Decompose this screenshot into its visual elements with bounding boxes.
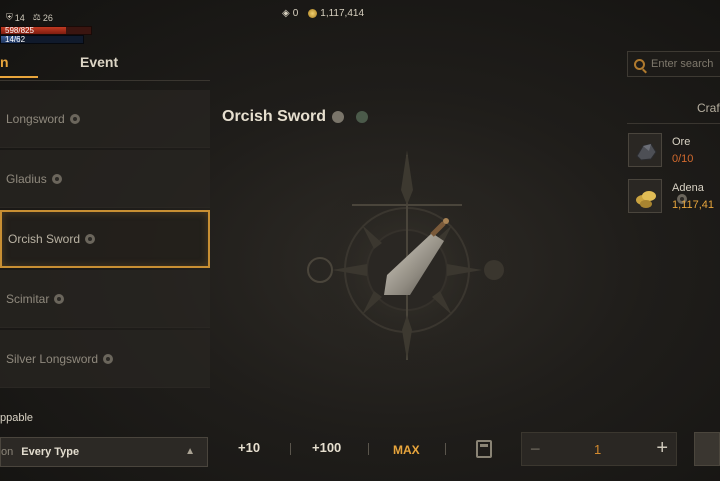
list-item-orcish-sword[interactable]: Orcish Sword xyxy=(0,210,210,268)
list-item-label: Scimitar xyxy=(6,291,50,306)
decrement-button[interactable]: − xyxy=(530,439,541,460)
craft-button[interactable] xyxy=(694,432,720,466)
list-item-longsword[interactable]: Longsword xyxy=(0,90,210,148)
divider xyxy=(445,443,446,455)
info-icon[interactable] xyxy=(332,111,345,123)
list-item-label: Orcish Sword xyxy=(8,232,81,246)
quantity-value[interactable]: 1 xyxy=(594,442,601,457)
material-row-adena[interactable]: Adena 1,117,41 xyxy=(627,178,720,216)
mp-bar: 14/62 xyxy=(0,35,84,44)
adena-value: 1,117,414 xyxy=(320,8,365,19)
material-name: Ore xyxy=(672,136,691,148)
info-icon[interactable] xyxy=(54,293,65,304)
item-title-text: Orcish Sword xyxy=(222,108,327,125)
calculator-icon[interactable] xyxy=(476,440,492,458)
quantity-stepper: − 1 + xyxy=(521,432,677,466)
hp-bar: 598/825 xyxy=(0,26,92,35)
divider xyxy=(368,443,369,455)
tab-divider xyxy=(0,80,210,81)
list-item-label: Gladius xyxy=(6,171,47,186)
info-icon[interactable] xyxy=(69,113,80,124)
character-stats: ⛨ 14 ⚖ 26 xyxy=(6,12,53,23)
category-tabs: n Event xyxy=(0,48,210,80)
list-item-silver-longsword[interactable]: Silver Longsword xyxy=(0,330,210,388)
gem-currency: ◈ 0 xyxy=(282,8,298,19)
search-placeholder: Enter search xyxy=(651,58,714,70)
stat-a: ⛨ 14 xyxy=(6,12,25,23)
material-name-text: Adena xyxy=(672,182,704,194)
search-icon xyxy=(634,58,645,70)
list-item-label: Longsword xyxy=(6,111,65,126)
stat-b-value: 26 xyxy=(42,12,53,23)
filter-prefix: on xyxy=(1,446,14,458)
filter-value: Every Type xyxy=(21,446,80,458)
gem-value: 0 xyxy=(292,8,299,19)
item-title: Orcish Sword xyxy=(222,108,369,126)
material-row-ore[interactable]: Ore 0/10 xyxy=(627,132,720,170)
list-item-label: Silver Longsword xyxy=(6,351,99,366)
type-filter-dropdown[interactable]: on Every Type ▲ xyxy=(0,437,208,467)
info-icon[interactable] xyxy=(103,353,114,364)
compare-icon[interactable] xyxy=(356,111,369,123)
weight-icon: ⚖ xyxy=(32,12,41,22)
add-100-button[interactable]: +100 xyxy=(312,440,341,455)
gem-icon: ◈ xyxy=(282,8,290,19)
stat-a-value: 14 xyxy=(14,12,25,23)
divider xyxy=(290,443,291,455)
adena-currency: 1,117,414 xyxy=(308,8,364,19)
ore-icon xyxy=(628,133,662,167)
increment-button[interactable]: + xyxy=(656,437,668,460)
mp-text: 14/62 xyxy=(5,35,26,44)
stat-b: ⚖ 26 xyxy=(33,12,53,23)
max-button[interactable]: MAX xyxy=(393,443,420,457)
sword-emblem-art xyxy=(307,150,507,370)
tab-active[interactable]: n xyxy=(0,54,9,70)
hp-text: 598/825 xyxy=(5,26,34,35)
item-emblem xyxy=(292,145,522,370)
craft-materials-heading: Craf xyxy=(697,101,720,115)
chevron-up-icon: ▲ xyxy=(185,446,195,457)
info-icon[interactable] xyxy=(51,173,62,184)
coin-icon xyxy=(308,9,318,18)
list-item-gladius[interactable]: Gladius xyxy=(0,150,210,208)
tab-event[interactable]: Event xyxy=(80,54,118,70)
material-count: 0/10 xyxy=(672,153,694,165)
divider xyxy=(627,123,720,124)
currency-bar: ◈ 0 1,117,414 xyxy=(282,8,364,19)
filter-label: ppable xyxy=(0,412,34,424)
adena-coins-icon xyxy=(628,179,662,213)
tab-active-underline xyxy=(0,76,38,78)
add-10-button[interactable]: +10 xyxy=(238,440,260,455)
helmet-icon: ⛨ xyxy=(6,12,13,22)
material-count: 1,117,41 xyxy=(672,199,715,211)
list-item-scimitar[interactable]: Scimitar xyxy=(0,270,210,328)
search-input[interactable]: Enter search xyxy=(627,51,720,77)
info-icon[interactable] xyxy=(85,234,96,244)
